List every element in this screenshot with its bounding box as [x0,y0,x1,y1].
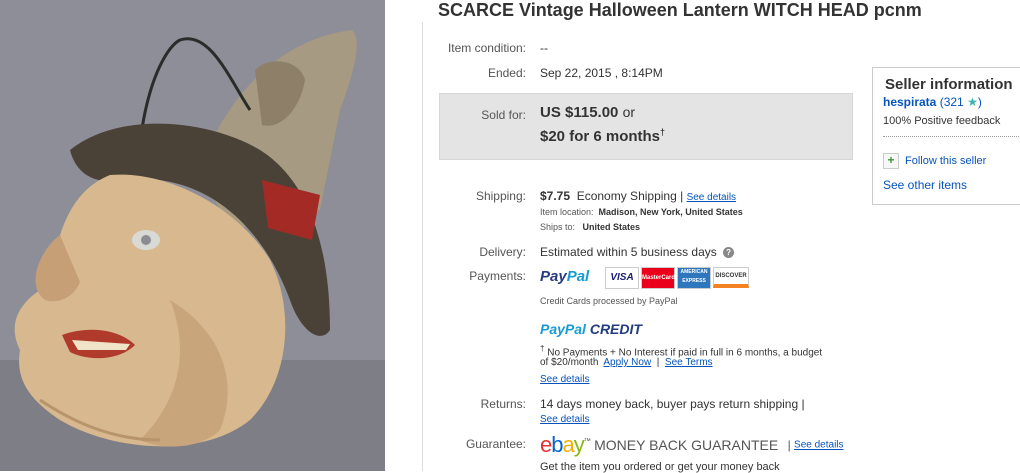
guarantee-sep: | [787,438,791,452]
returns-see-details: See details [540,414,589,425]
discover-icon: DISCOVER [713,267,749,288]
apply-now-link[interactable]: Apply Now [603,357,651,368]
guarantee-text: MONEY BACK GUARANTEE [594,437,779,453]
star-icon: ★ [967,95,978,109]
guarantee-see-details-link[interactable]: See details [794,440,843,451]
ebay-logo: ebay [540,432,585,457]
card-logos: VISA MasterCardAMERICAN EXPRESSDISCOVER [605,267,751,289]
see-other-items-link[interactable]: See other items [883,178,967,192]
plus-icon: + [883,153,899,169]
ships-to-label: Ships to: [540,222,576,232]
condition-label: Item condition: [447,41,526,55]
condition-value: -- [540,41,548,55]
price-value: US $115.00 [540,104,619,121]
shipping-value: $7.75 Economy Shipping | See details [540,189,736,203]
follow-seller-button[interactable]: + Follow this seller [883,153,986,169]
delivery-text: Estimated within 5 business days [540,245,717,259]
seller-name-link[interactable]: hespirata [883,95,936,109]
paypal-logo: PayPal [540,268,589,285]
item-photo[interactable] [0,0,385,471]
paypal-pay: Pay [540,268,567,285]
ended-label: Ended: [487,66,526,80]
shipping-label: Shipping: [475,189,526,203]
ships-to: Ships to: United States [540,222,640,232]
delivery-label: Delivery: [479,245,526,259]
mastercard-icon: MasterCard [641,267,675,289]
paypal-credit-pay: PayPal [540,321,586,337]
credit-note-line2: of $20/month Apply Now | See Terms [540,357,713,368]
help-icon[interactable]: ? [723,247,735,259]
ended-value: Sep 22, 2015 , 8:14PM [540,66,663,80]
see-terms-link[interactable]: See Terms [665,357,713,368]
guarantee-value: ebay™ MONEY BACK GUARANTEE | See details [540,432,844,458]
returns-label: Returns: [480,397,526,411]
visa-icon: VISA [605,267,639,289]
witch-lantern-image [0,0,385,471]
sold-price: US $115.00 or [540,104,635,121]
paypal-credit-logo: PayPal CREDIT [540,321,642,337]
seller-heading: Seller information [885,76,1013,93]
shipping-see-details-link[interactable]: See details [687,192,736,203]
shipping-cost: $7.75 [540,189,571,203]
seller-score-close: ) [977,95,982,109]
financing-offer: $20 for 6 months† [540,127,665,145]
credit-note2: of $20/month [540,357,599,368]
returns-see-details-link[interactable]: See details [540,414,589,425]
item-location-value: Madison, New York, United States [598,207,743,217]
paypal-pal: Pal [566,268,590,285]
price-or: or [622,104,636,120]
paypal-credit-word: CREDIT [589,321,642,337]
payments-see-details-link[interactable]: See details [540,374,589,385]
payments-see-details: See details [540,374,589,385]
payments-label: Payments: [469,269,526,283]
guarantee-note: Get the item you ordered or get your mon… [540,461,780,473]
guarantee-label: Guarantee: [465,437,526,451]
ebay-tm: ™ [583,438,591,446]
delivery-value: Estimated within 5 business days ? [540,245,735,259]
divider-line [422,22,423,471]
cards-note: Credit Cards processed by PayPal [540,296,678,306]
photo-gap [385,0,423,471]
item-location: Item location: Madison, New York, United… [540,207,743,217]
seller-divider [883,136,1020,137]
follow-seller-label: Follow this seller [905,154,987,167]
shipping-method: Economy Shipping | [576,189,684,203]
amex-icon: AMERICAN EXPRESS [677,267,711,289]
item-location-label: Item location: [540,207,594,217]
financing-value: $20 for 6 months [540,128,661,145]
returns-value: 14 days money back, buyer pays return sh… [540,397,805,411]
seller-name-row: hespirata (321 ★) [883,95,982,109]
item-title: SCARCE Vintage Halloween Lantern WITCH H… [438,0,922,20]
credit-mark: † [540,344,545,353]
sold-for-label: Sold for: [481,108,526,122]
seller-feedback: 100% Positive feedback [883,115,1001,127]
financing-mark: † [660,127,666,137]
seller-info-box: Seller information hespirata (321 ★) 100… [872,67,1020,205]
seller-score-link[interactable]: (321 [940,95,964,109]
ships-to-value: United States [582,222,641,232]
